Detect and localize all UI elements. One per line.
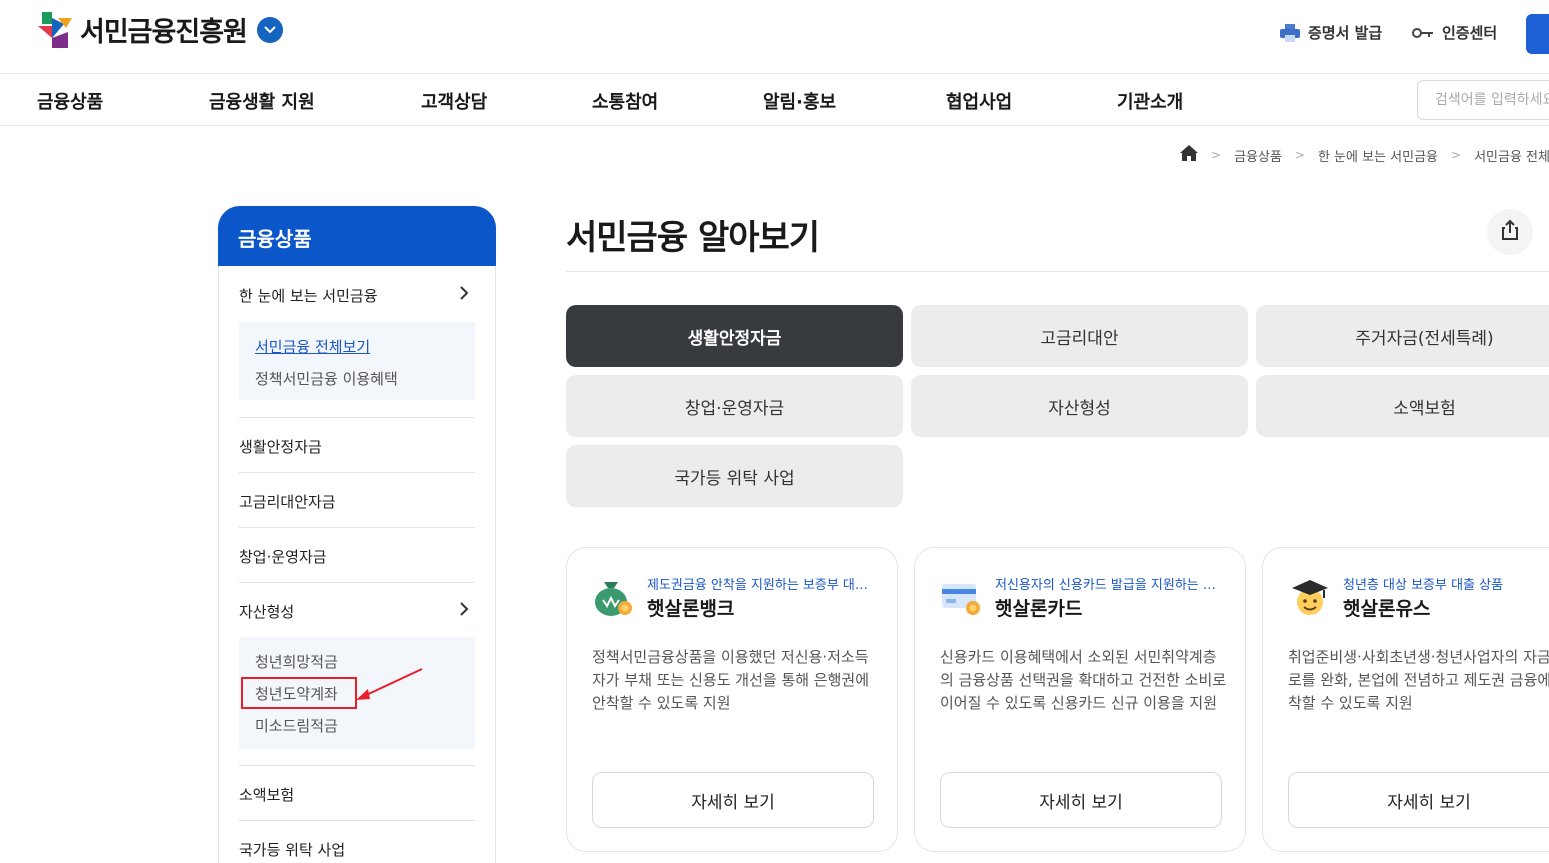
sidebar-item-label: 한 눈에 보는 서민금융 xyxy=(239,287,378,305)
card-description: 정책서민금융상품을 이용했던 저신용·저소득자가 부채 또는 신용도 개선을 통… xyxy=(592,648,870,712)
divider xyxy=(239,527,475,528)
divider xyxy=(239,582,475,583)
graduation-cap-icon xyxy=(1288,578,1332,618)
divider xyxy=(239,765,475,766)
certificate-link[interactable]: 증명서 발급 xyxy=(1280,22,1382,43)
view-details-button[interactable]: 자세히 보기 xyxy=(940,772,1222,828)
highlight-box xyxy=(241,677,357,709)
card-title: 햇살론카드 xyxy=(995,598,1083,620)
divider xyxy=(566,271,1549,272)
sidebar-subitem-miso-dream[interactable]: 미소드림적금 xyxy=(255,715,338,736)
breadcrumb-separator-icon: > xyxy=(1211,148,1222,162)
card-tagline: 청년층 대상 보증부 대출 상품 xyxy=(1343,578,1504,593)
share-icon xyxy=(1499,219,1521,245)
sidebar-submenu-overview: 서민금융 전체보기 정책서민금융 이용혜택 xyxy=(239,322,475,400)
sidebar-item-micro-insurance[interactable]: 소액보험 xyxy=(239,784,475,805)
home-icon[interactable] xyxy=(1180,145,1198,165)
sidebar-subitem-youth-hope[interactable]: 청년희망적금 xyxy=(255,651,338,672)
breadcrumb-separator-icon: > xyxy=(1451,148,1462,162)
sidebar-subitem-all[interactable]: 서민금융 전체보기 xyxy=(255,336,370,357)
product-card: 제도권금융 안착을 지원하는 보증부 대출 상품 햇살론뱅크 정책서민금융상품을… xyxy=(566,547,898,852)
product-card: 청년층 대상 보증부 대출 상품 햇살론유스 취업준비생·사회초년생·청년사업자… xyxy=(1262,547,1549,852)
global-nav: 금융상품 금융생활 지원 고객상담 소통참여 알림·홍보 협업사업 기관소개 검… xyxy=(0,75,1549,126)
login-button[interactable] xyxy=(1526,14,1549,54)
category-tab-living-stability[interactable]: 생활안정자금 xyxy=(566,305,903,367)
view-details-button[interactable]: 자세히 보기 xyxy=(592,772,874,828)
page-title: 서민금융 알아보기 xyxy=(566,218,820,258)
category-tab-asset-formation[interactable]: 자산형성 xyxy=(911,375,1248,437)
printer-icon xyxy=(1280,23,1300,42)
product-card: 저신용자의 신용카드 발급을 지원하는 상품 햇살론카드 신용카드 이용혜택에서… xyxy=(914,547,1246,852)
side-nav: 금융상품 한 눈에 보는 서민금융 서민금융 전체보기 정책서민금융 이용혜택 … xyxy=(218,206,496,863)
nav-cooperation[interactable]: 협업사업 xyxy=(946,88,1012,114)
card-title: 햇살론유스 xyxy=(1343,598,1431,620)
share-button[interactable] xyxy=(1487,209,1533,255)
sidebar-item-living-stability[interactable]: 생활안정자금 xyxy=(239,436,475,457)
category-tab-housing[interactable]: 주거자금(전세특례) xyxy=(1256,305,1549,367)
site-logo[interactable]: 서민금융진흥원 xyxy=(38,10,283,49)
nav-financial-products[interactable]: 금융상품 xyxy=(37,88,103,114)
nav-communication[interactable]: 소통참여 xyxy=(592,88,658,114)
breadcrumb-item[interactable]: 금융상품 xyxy=(1234,146,1282,165)
sidebar-item-high-interest-alt[interactable]: 고금리대안자금 xyxy=(239,491,475,512)
divider xyxy=(239,820,475,821)
breadcrumb-item[interactable]: 서민금융 전체보기 xyxy=(1474,146,1549,165)
certificate-label: 증명서 발급 xyxy=(1308,24,1383,42)
logo-text: 서민금융진흥원 xyxy=(80,17,248,48)
category-tab-national-trust[interactable]: 국가등 위탁 사업 xyxy=(566,445,903,507)
category-tab-high-interest-alt[interactable]: 고금리대안 xyxy=(911,305,1248,367)
auth-center-label: 인증센터 xyxy=(1442,24,1498,42)
side-nav-title: 금융상품 xyxy=(218,206,496,266)
card-description: 신용카드 이용혜택에서 소외된 서민취약계층의 금융상품 선택권을 확대하고 건… xyxy=(940,648,1227,712)
chevron-right-icon xyxy=(459,601,469,621)
divider xyxy=(239,472,475,473)
nav-about[interactable]: 기관소개 xyxy=(1117,88,1183,114)
search-input[interactable]: 검색어를 입력하세요 xyxy=(1417,80,1549,120)
chevron-right-icon xyxy=(459,285,469,305)
sidebar-item-overview[interactable]: 한 눈에 보는 서민금융 xyxy=(239,285,475,306)
card-tagline: 저신용자의 신용카드 발급을 지원하는 상품 xyxy=(995,578,1220,593)
divider xyxy=(239,417,475,418)
logo-dropdown-icon[interactable] xyxy=(256,16,283,43)
sidebar-item-asset-formation[interactable]: 자산형성 xyxy=(239,601,475,622)
card-tagline: 제도권금융 안착을 지원하는 보증부 대출 상품 xyxy=(647,578,872,593)
top-header: 서민금융진흥원 증명서 발급 인증센터 xyxy=(0,0,1549,74)
nav-financial-life-support[interactable]: 금융생활 지원 xyxy=(209,88,315,114)
category-tab-micro-insurance[interactable]: 소액보험 xyxy=(1256,375,1549,437)
breadcrumb: > 금융상품 > 한 눈에 보는 서민금융 > 서민금융 전체보기 xyxy=(1180,145,1549,165)
sidebar-item-national-trust[interactable]: 국가등 위탁 사업 xyxy=(239,839,475,860)
card-description: 취업준비생·사회초년생·청년사업자의 자금애로를 완화, 본업에 전념하고 제도… xyxy=(1288,648,1549,712)
auth-center-link[interactable]: 인증센터 xyxy=(1412,22,1497,43)
sidebar-item-startup[interactable]: 창업·운영자금 xyxy=(239,546,475,567)
credit-card-icon xyxy=(940,578,984,618)
breadcrumb-item[interactable]: 한 눈에 보는 서민금융 xyxy=(1318,146,1438,165)
nav-customer-consult[interactable]: 고객상담 xyxy=(421,88,487,114)
nav-notice-pr[interactable]: 알림·홍보 xyxy=(763,88,836,114)
sidebar-item-label: 자산형성 xyxy=(239,603,295,621)
view-details-button[interactable]: 자세히 보기 xyxy=(1288,772,1549,828)
card-title: 햇살론뱅크 xyxy=(647,598,735,620)
breadcrumb-separator-icon: > xyxy=(1294,148,1305,162)
logo-mark-icon xyxy=(38,11,76,48)
category-tab-startup[interactable]: 창업·운영자금 xyxy=(566,375,903,437)
money-bag-icon xyxy=(592,578,636,618)
annotation-arrow-icon xyxy=(356,668,423,700)
sidebar-subitem-benefits[interactable]: 정책서민금융 이용혜택 xyxy=(255,368,398,389)
key-icon xyxy=(1412,27,1434,39)
